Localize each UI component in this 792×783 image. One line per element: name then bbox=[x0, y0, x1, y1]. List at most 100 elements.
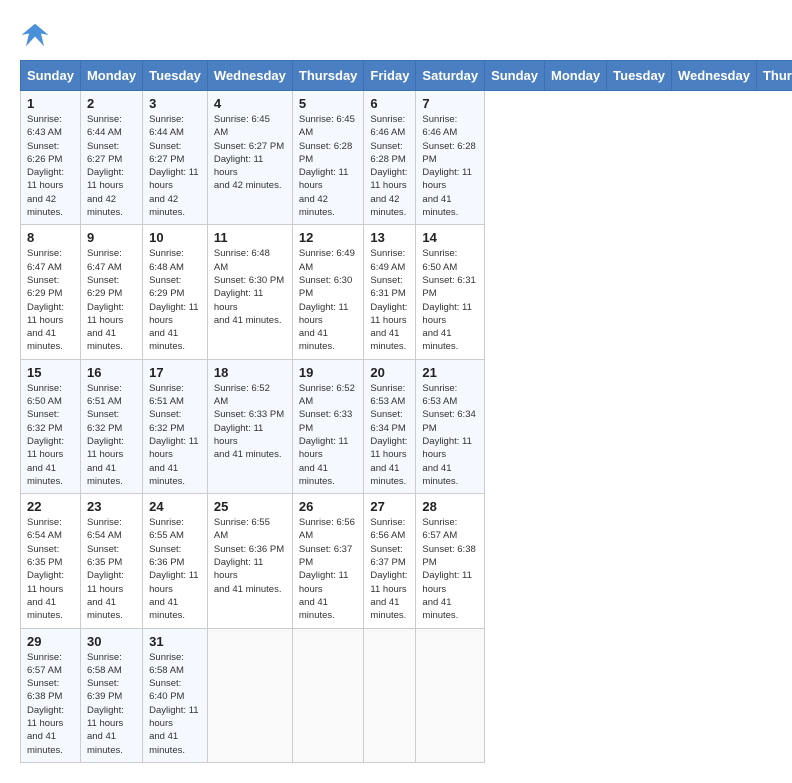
calendar-day-cell: 31 Sunrise: 6:58 AMSunset: 6:40 PMDayligh… bbox=[143, 628, 208, 762]
day-info: Sunrise: 6:58 AMSunset: 6:40 PMDaylight:… bbox=[149, 651, 201, 757]
day-info: Sunrise: 6:53 AMSunset: 6:34 PMDaylight:… bbox=[422, 382, 478, 488]
day-info: Sunrise: 6:46 AMSunset: 6:28 PMDaylight:… bbox=[370, 113, 409, 219]
day-info: Sunrise: 6:52 AMSunset: 6:33 PMDaylight:… bbox=[299, 382, 358, 488]
day-info: Sunrise: 6:50 AMSunset: 6:31 PMDaylight:… bbox=[422, 247, 478, 353]
day-number: 13 bbox=[370, 230, 409, 245]
day-number: 17 bbox=[149, 365, 201, 380]
day-info: Sunrise: 6:44 AMSunset: 6:27 PMDaylight:… bbox=[149, 113, 201, 219]
calendar-day-cell: 10Sunrise: 6:48 AMSunset: 6:29 PMDayligh… bbox=[143, 225, 208, 359]
day-number: 7 bbox=[422, 96, 478, 111]
day-info: Sunrise: 6:48 AMSunset: 6:30 PMDaylight:… bbox=[214, 247, 286, 327]
calendar-day-cell: 23 Sunrise: 6:54 AMSunset: 6:35 PMDayligh… bbox=[80, 494, 142, 628]
calendar-day-cell: 3Sunrise: 6:44 AMSunset: 6:27 PMDaylight… bbox=[143, 91, 208, 225]
calendar-day-header: Monday bbox=[545, 61, 607, 91]
day-number: 12 bbox=[299, 230, 358, 245]
calendar-day-header: Tuesday bbox=[143, 61, 208, 91]
day-info: Sunrise: 6:54 AMSunset: 6:35 PMDaylight:… bbox=[87, 516, 136, 622]
calendar-day-cell: 22 Sunrise: 6:54 AMSunset: 6:35 PMDayligh… bbox=[21, 494, 81, 628]
calendar-day-cell: 28 Sunrise: 6:57 AMSunset: 6:38 PMDayligh… bbox=[416, 494, 485, 628]
day-info: Sunrise: 6:45 AMSunset: 6:27 PMDaylight:… bbox=[214, 113, 286, 193]
calendar-day-header: Saturday bbox=[416, 61, 485, 91]
calendar-day-cell: 25 Sunrise: 6:55 AMSunset: 6:36 PMDayligh… bbox=[207, 494, 292, 628]
day-info: Sunrise: 6:50 AMSunset: 6:32 PMDaylight:… bbox=[27, 382, 74, 488]
day-info: Sunrise: 6:47 AMSunset: 6:29 PMDaylight:… bbox=[87, 247, 136, 353]
calendar-day-header: Friday bbox=[364, 61, 416, 91]
calendar-day-cell bbox=[416, 628, 485, 762]
calendar-day-cell: 7 Sunrise: 6:46 AMSunset: 6:28 PMDaylight… bbox=[416, 91, 485, 225]
calendar-day-cell: 6 Sunrise: 6:46 AMSunset: 6:28 PMDaylight… bbox=[364, 91, 416, 225]
calendar-day-cell: 2Sunrise: 6:44 AMSunset: 6:27 PMDaylight… bbox=[80, 91, 142, 225]
calendar-day-cell: 27Sunrise: 6:56 AMSunset: 6:37 PMDayligh… bbox=[364, 494, 416, 628]
calendar-day-cell: 5Sunrise: 6:45 AMSunset: 6:28 PMDaylight… bbox=[292, 91, 364, 225]
calendar-week-row: 29 Sunrise: 6:57 AMSunset: 6:38 PMDayligh… bbox=[21, 628, 792, 762]
calendar-day-header: Sunday bbox=[485, 61, 545, 91]
day-number: 6 bbox=[370, 96, 409, 111]
day-number: 24 bbox=[149, 499, 201, 514]
calendar-week-row: 22 Sunrise: 6:54 AMSunset: 6:35 PMDayligh… bbox=[21, 494, 792, 628]
day-number: 9 bbox=[87, 230, 136, 245]
day-info: Sunrise: 6:53 AMSunset: 6:34 PMDaylight:… bbox=[370, 382, 409, 488]
calendar-day-cell: 21 Sunrise: 6:53 AMSunset: 6:34 PMDayligh… bbox=[416, 359, 485, 493]
calendar-day-cell: 14 Sunrise: 6:50 AMSunset: 6:31 PMDayligh… bbox=[416, 225, 485, 359]
day-info: Sunrise: 6:55 AMSunset: 6:36 PMDaylight:… bbox=[214, 516, 286, 596]
day-info: Sunrise: 6:49 AMSunset: 6:30 PMDaylight:… bbox=[299, 247, 358, 353]
day-number: 25 bbox=[214, 499, 286, 514]
calendar-day-cell: 19Sunrise: 6:52 AMSunset: 6:33 PMDayligh… bbox=[292, 359, 364, 493]
calendar-day-cell bbox=[364, 628, 416, 762]
day-number: 29 bbox=[27, 634, 74, 649]
calendar-day-header: Wednesday bbox=[671, 61, 756, 91]
calendar-day-header: Thursday bbox=[756, 61, 792, 91]
calendar-day-cell: 24 Sunrise: 6:55 AMSunset: 6:36 PMDayligh… bbox=[143, 494, 208, 628]
day-info: Sunrise: 6:43 AMSunset: 6:26 PMDaylight:… bbox=[27, 113, 74, 219]
day-number: 23 bbox=[87, 499, 136, 514]
day-number: 26 bbox=[299, 499, 358, 514]
calendar-day-header: Monday bbox=[80, 61, 142, 91]
calendar-day-cell bbox=[292, 628, 364, 762]
day-number: 31 bbox=[149, 634, 201, 649]
day-number: 27 bbox=[370, 499, 409, 514]
day-info: Sunrise: 6:51 AMSunset: 6:32 PMDaylight:… bbox=[149, 382, 201, 488]
day-number: 14 bbox=[422, 230, 478, 245]
day-number: 30 bbox=[87, 634, 136, 649]
logo bbox=[20, 20, 54, 50]
day-info: Sunrise: 6:46 AMSunset: 6:28 PMDaylight:… bbox=[422, 113, 478, 219]
calendar-day-cell: 1 Sunrise: 6:43 AMSunset: 6:26 PMDaylight… bbox=[21, 91, 81, 225]
calendar-day-cell: 26Sunrise: 6:56 AMSunset: 6:37 PMDayligh… bbox=[292, 494, 364, 628]
day-number: 2 bbox=[87, 96, 136, 111]
day-number: 4 bbox=[214, 96, 286, 111]
day-info: Sunrise: 6:57 AMSunset: 6:38 PMDaylight:… bbox=[422, 516, 478, 622]
calendar-week-row: 1 Sunrise: 6:43 AMSunset: 6:26 PMDaylight… bbox=[21, 91, 792, 225]
day-info: Sunrise: 6:54 AMSunset: 6:35 PMDaylight:… bbox=[27, 516, 74, 622]
calendar-header-row: SundayMondayTuesdayWednesdayThursdayFrid… bbox=[21, 61, 792, 91]
day-number: 1 bbox=[27, 96, 74, 111]
calendar-day-cell: 16 Sunrise: 6:51 AMSunset: 6:32 PMDayligh… bbox=[80, 359, 142, 493]
day-info: Sunrise: 6:48 AMSunset: 6:29 PMDaylight:… bbox=[149, 247, 201, 353]
day-number: 5 bbox=[299, 96, 358, 111]
page-header bbox=[20, 20, 772, 50]
calendar-day-cell: 4 Sunrise: 6:45 AMSunset: 6:27 PMDaylight… bbox=[207, 91, 292, 225]
day-number: 20 bbox=[370, 365, 409, 380]
day-info: Sunrise: 6:52 AMSunset: 6:33 PMDaylight:… bbox=[214, 382, 286, 462]
day-number: 18 bbox=[214, 365, 286, 380]
day-number: 15 bbox=[27, 365, 74, 380]
calendar-day-cell: 15 Sunrise: 6:50 AMSunset: 6:32 PMDayligh… bbox=[21, 359, 81, 493]
day-info: Sunrise: 6:55 AMSunset: 6:36 PMDaylight:… bbox=[149, 516, 201, 622]
day-number: 21 bbox=[422, 365, 478, 380]
day-info: Sunrise: 6:51 AMSunset: 6:32 PMDaylight:… bbox=[87, 382, 136, 488]
day-number: 22 bbox=[27, 499, 74, 514]
calendar-day-cell: 29 Sunrise: 6:57 AMSunset: 6:38 PMDayligh… bbox=[21, 628, 81, 762]
calendar-day-cell: 17 Sunrise: 6:51 AMSunset: 6:32 PMDayligh… bbox=[143, 359, 208, 493]
calendar-day-cell: 8Sunrise: 6:47 AMSunset: 6:29 PMDaylight… bbox=[21, 225, 81, 359]
day-number: 28 bbox=[422, 499, 478, 514]
calendar-day-header: Sunday bbox=[21, 61, 81, 91]
calendar-day-header: Tuesday bbox=[607, 61, 672, 91]
calendar-day-header: Wednesday bbox=[207, 61, 292, 91]
calendar-week-row: 8Sunrise: 6:47 AMSunset: 6:29 PMDaylight… bbox=[21, 225, 792, 359]
calendar-day-cell: 12 Sunrise: 6:49 AMSunset: 6:30 PMDayligh… bbox=[292, 225, 364, 359]
calendar-day-cell: 18 Sunrise: 6:52 AMSunset: 6:33 PMDayligh… bbox=[207, 359, 292, 493]
logo-icon bbox=[20, 20, 50, 50]
day-number: 16 bbox=[87, 365, 136, 380]
day-info: Sunrise: 6:58 AMSunset: 6:39 PMDaylight:… bbox=[87, 651, 136, 757]
day-info: Sunrise: 6:57 AMSunset: 6:38 PMDaylight:… bbox=[27, 651, 74, 757]
calendar-day-header: Thursday bbox=[292, 61, 364, 91]
